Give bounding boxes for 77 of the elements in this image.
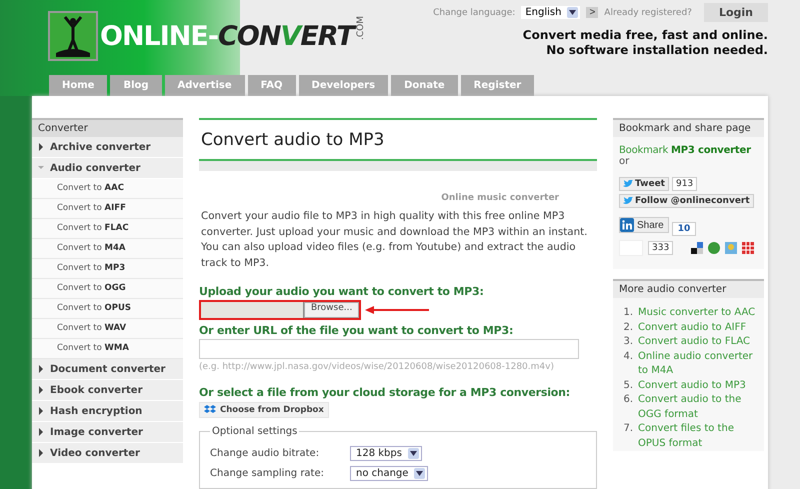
tweet-count: 913	[672, 177, 698, 191]
list-number: 1.	[622, 306, 633, 320]
circle-icon[interactable]	[708, 242, 720, 254]
description-text: Convert your audio file to MP3 in high quality with this free online MP3 converter. Just upload your music and download the MP3 within an instant. You can also upload video files (e.g. from Youtube) and extract the audio track to MP3.	[201, 209, 588, 270]
page-title: Convert audio to MP3	[199, 118, 597, 161]
dropdown-arrow-icon	[410, 451, 417, 456]
sidebar-subitem[interactable]: Convert to FLAC	[32, 219, 183, 239]
bookmark-heading: Bookmark and share page	[613, 118, 764, 137]
dropdown-arrow-icon	[416, 471, 424, 476]
more-heading: More audio converter	[613, 279, 764, 298]
sidebar-item[interactable]: Hash encryption	[32, 401, 183, 422]
caret-right-icon	[38, 386, 44, 394]
url-label: Or enter URL of the file you want to convert to MP3:	[199, 324, 514, 337]
caret-right-icon	[38, 449, 44, 457]
list-number: 6.	[622, 393, 633, 407]
sidebar-item[interactable]: Image converter	[32, 422, 183, 443]
optional-settings-legend: Optional settings	[210, 426, 300, 437]
logo-text: ONLINE-CONVERT	[100, 20, 354, 52]
upload-label: Upload your audio you want to convert to MP3:	[199, 285, 485, 298]
slogan-text: No software installation needed.	[545, 43, 768, 58]
caret-right-icon	[38, 407, 44, 415]
grid-icon[interactable]	[742, 242, 754, 254]
sidebar-subitem[interactable]: Convert to WMA	[32, 339, 183, 359]
login-button[interactable]: Login	[704, 3, 768, 22]
sidebar-subitem[interactable]: Convert to OGG	[32, 279, 183, 299]
bookmark-link[interactable]: Bookmark MP3 converter	[619, 145, 758, 156]
url-field[interactable]	[199, 339, 579, 359]
language-select[interactable]: English	[521, 6, 580, 19]
setting-label: Change sampling rate:	[210, 468, 325, 479]
sidebar-subitem[interactable]: Convert to M4A	[32, 239, 183, 259]
annotation-arrow	[365, 305, 430, 315]
list-number: 5.	[622, 378, 633, 392]
sidebar-item[interactable]: Audio converter	[32, 158, 183, 179]
in-logo-icon	[620, 218, 634, 232]
caret-right-icon	[38, 143, 44, 151]
list-number: 4.	[622, 350, 633, 364]
sidebar-subitem[interactable]: Convert to MP3	[32, 259, 183, 279]
slogan-text: Convert media free, fast and online.	[522, 28, 768, 43]
file-input[interactable]: Browse...	[199, 300, 362, 320]
setting-label: Change audio bitrate:	[210, 448, 320, 459]
plus-count: 333	[648, 241, 674, 255]
dropbox-button[interactable]: Choose from Dropbox	[199, 402, 329, 418]
sidebar-subitem[interactable]: Convert to OPUS	[32, 299, 183, 319]
sidebar-subitem[interactable]: Convert to WAV	[32, 319, 183, 339]
subtitle-text: Online music converter	[440, 193, 559, 203]
box-icon	[204, 405, 216, 415]
cloud-label: Or select a file from your cloud storage for a MP3 conversion:	[199, 386, 571, 399]
setting-select[interactable]: no change	[350, 466, 428, 481]
follow-button[interactable]: Follow @onlineconvert	[619, 194, 754, 208]
sidebar-subitem[interactable]: Convert to AAC	[32, 179, 183, 199]
sidebar-item[interactable]: Ebook converter	[32, 380, 183, 401]
share-button[interactable]: Share	[619, 217, 669, 233]
dropdown-arrow-icon	[569, 10, 576, 15]
language-label: Change language:	[433, 8, 516, 18]
list-number: 2.	[622, 320, 633, 334]
caret-right-icon	[38, 365, 44, 373]
squares-icon[interactable]	[691, 242, 704, 254]
list-number: 3.	[622, 335, 633, 349]
caret-down-icon	[38, 164, 44, 172]
jumping-person-logo-icon	[48, 11, 98, 61]
list-number: 7.	[622, 422, 633, 436]
bird-icon	[623, 180, 633, 188]
registered-text: Already registered?	[604, 8, 692, 18]
sidebar-heading: Converter	[32, 118, 183, 137]
logo-suffix: .COM	[356, 16, 366, 40]
go-button[interactable]: >	[586, 7, 598, 18]
setting-select[interactable]: 128 kbps	[350, 446, 422, 461]
tweet-button[interactable]: Tweet	[619, 177, 669, 191]
caret-right-icon	[38, 428, 44, 436]
sidebar-item[interactable]: Document converter	[32, 359, 183, 380]
sidebar-item[interactable]: Archive converter	[32, 137, 183, 158]
or-text: or	[619, 156, 630, 167]
url-example-text: (e.g. http://www.jpl.nasa.gov/videos/wise/20120608/wise20120608-1280.m4v)	[199, 362, 555, 372]
sidebar-subitem[interactable]: Convert to AIFF	[32, 199, 183, 219]
share-count: 10	[672, 222, 696, 236]
bird-icon	[623, 197, 633, 205]
sidebar-item[interactable]: Video converter	[32, 443, 183, 464]
